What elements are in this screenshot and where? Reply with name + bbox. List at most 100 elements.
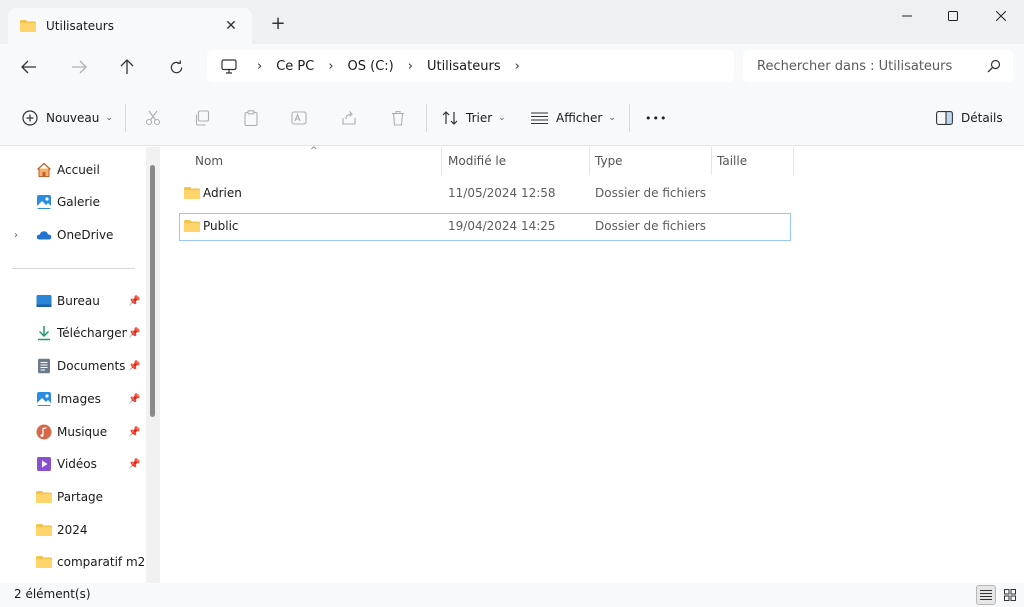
breadcrumb-this-pc[interactable]: Ce PC: [276, 59, 314, 74]
column-divider[interactable]: [793, 147, 794, 175]
search-input[interactable]: Rechercher dans : Utilisateurs: [757, 59, 987, 74]
tiles-view-button[interactable]: [1000, 585, 1020, 605]
gallery-icon: [37, 195, 51, 209]
sidebar-item-onedrive[interactable]: › OneDrive: [0, 221, 146, 249]
folder-icon: [20, 20, 36, 32]
more-options-button[interactable]: •••: [645, 106, 667, 130]
maximize-button[interactable]: [930, 0, 976, 32]
breadcrumb-separator[interactable]: ›: [257, 59, 262, 74]
sidebar-item-images[interactable]: Images 📌: [0, 385, 146, 413]
arrow-left-icon: [21, 60, 36, 74]
up-button[interactable]: [116, 56, 138, 78]
file-list: Nom ^ Modifié le Type Taille Adrien 11/0…: [160, 146, 1024, 583]
breadcrumb-separator[interactable]: ›: [328, 59, 333, 74]
close-window-button[interactable]: [978, 0, 1024, 32]
column-divider[interactable]: [711, 147, 712, 175]
tab-close-button[interactable]: ✕: [222, 17, 240, 35]
column-header-type[interactable]: Type: [595, 147, 623, 175]
refresh-icon: [170, 59, 182, 73]
new-tab-button[interactable]: +: [268, 14, 288, 34]
search-box[interactable]: Rechercher dans : Utilisateurs: [743, 50, 1013, 82]
minimize-icon: [902, 15, 912, 17]
desktop-icon: [36, 295, 52, 307]
sidebar-item-2024[interactable]: 2024: [0, 516, 146, 544]
file-name: Public: [203, 219, 239, 233]
view-lines-icon: [531, 112, 548, 125]
chevron-right-icon[interactable]: ›: [14, 230, 18, 241]
breadcrumb-separator[interactable]: ›: [515, 59, 520, 74]
item-count: 2 élément(s): [14, 587, 91, 601]
pin-icon[interactable]: 📌: [128, 361, 140, 372]
sidebar-item-gallery[interactable]: Galerie: [0, 188, 146, 216]
table-row[interactable]: Adrien 11/05/2024 12:58 Dossier de fichi…: [179, 180, 791, 208]
folder-icon: [184, 220, 200, 232]
documents-icon: [38, 358, 50, 374]
details-pane-button[interactable]: Détails: [936, 106, 1003, 130]
details-view-button[interactable]: [976, 585, 996, 605]
sidebar-item-label: Vidéos: [57, 457, 97, 471]
column-divider[interactable]: [441, 147, 442, 175]
new-button[interactable]: Nouveau ⌄: [22, 106, 113, 130]
sidebar-item-desktop[interactable]: Bureau 📌: [0, 287, 146, 315]
pin-icon[interactable]: 📌: [128, 328, 140, 339]
sidebar-scrollbar[interactable]: [146, 147, 160, 583]
videos-icon: [37, 457, 51, 471]
rename-icon: [291, 111, 307, 125]
refresh-button[interactable]: [165, 56, 187, 78]
pin-icon[interactable]: 📌: [128, 296, 140, 307]
forward-button[interactable]: [68, 56, 90, 78]
paste-button[interactable]: [243, 106, 259, 130]
sidebar-item-comparatif[interactable]: comparatif m2 m: [0, 548, 146, 576]
column-header-label: Nom: [195, 154, 224, 168]
chevron-down-icon: ⌄: [498, 113, 506, 123]
delete-button[interactable]: [390, 106, 406, 130]
sidebar-item-label: Documents: [57, 359, 126, 373]
column-header-size[interactable]: Taille: [717, 147, 747, 175]
breadcrumb-users[interactable]: Utilisateurs: [427, 59, 501, 74]
pin-icon[interactable]: 📌: [128, 427, 140, 438]
share-button[interactable]: [341, 106, 357, 130]
table-row-selected[interactable]: Public 19/04/2024 14:25 Dossier de fichi…: [179, 213, 791, 241]
folder-icon: [36, 556, 52, 568]
arrow-right-icon: [72, 60, 87, 74]
sidebar-item-label: OneDrive: [57, 228, 114, 242]
pin-icon[interactable]: 📌: [128, 459, 140, 470]
sidebar-item-home[interactable]: Accueil: [0, 156, 146, 184]
breadcrumb-separator[interactable]: ›: [408, 59, 413, 74]
navigation-pane: Accueil Galerie › OneDrive Bureau 📌 Télé…: [0, 147, 160, 583]
details-pane-label: Détails: [961, 111, 1003, 125]
view-button[interactable]: Afficher ⌄: [531, 106, 616, 130]
maximize-icon: [948, 11, 958, 21]
sort-button[interactable]: Trier ⌄: [442, 106, 506, 130]
column-divider[interactable]: [589, 147, 590, 175]
minimize-button[interactable]: [884, 0, 930, 32]
sidebar-item-documents[interactable]: Documents 📌: [0, 352, 146, 380]
sidebar-item-partage[interactable]: Partage: [0, 483, 146, 511]
share-icon: [342, 111, 356, 125]
scrollbar-thumb[interactable]: [150, 165, 155, 417]
chevron-down-icon: ⌄: [608, 113, 616, 123]
sidebar-item-music[interactable]: Musique 📌: [0, 418, 146, 446]
column-header-label: Type: [595, 154, 623, 168]
pin-icon[interactable]: 📌: [128, 394, 140, 405]
file-type: Dossier de fichiers: [595, 186, 707, 200]
column-header-modified[interactable]: Modifié le: [448, 147, 506, 175]
rename-button[interactable]: [291, 106, 307, 130]
sidebar-item-videos[interactable]: Vidéos 📌: [0, 450, 146, 478]
breadcrumb-drive[interactable]: OS (C:): [348, 59, 394, 74]
file-name: Adrien: [203, 186, 242, 200]
column-header-name[interactable]: Nom: [195, 147, 223, 175]
back-button[interactable]: [18, 56, 40, 78]
status-bar: 2 élément(s): [0, 583, 1024, 607]
toolbar-divider: [125, 104, 126, 132]
address-bar[interactable]: › Ce PC › OS (C:) › Utilisateurs ›: [207, 50, 734, 82]
clipboard-icon: [244, 110, 258, 126]
sidebar-item-downloads[interactable]: Téléchargements 📌: [0, 319, 146, 347]
column-header-label: Modifié le: [448, 154, 507, 168]
cut-button[interactable]: [145, 106, 161, 130]
sidebar-item-label: Images: [57, 392, 101, 406]
folder-icon: [184, 187, 200, 199]
window-tab[interactable]: Utilisateurs ✕: [8, 8, 252, 44]
copy-button[interactable]: [194, 106, 210, 130]
search-icon[interactable]: [987, 59, 1001, 73]
